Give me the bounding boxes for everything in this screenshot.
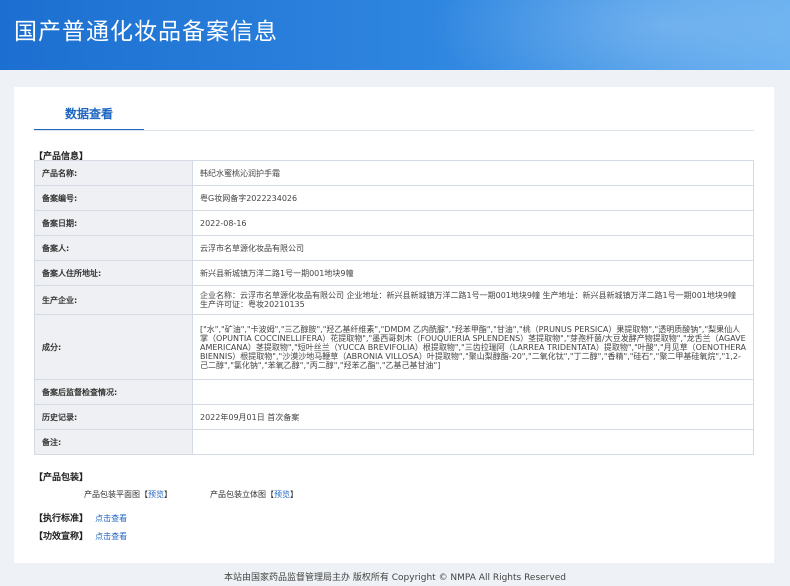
packaging-stereo-item: 产品包装立体图【预览】 — [210, 489, 298, 500]
section-efficacy: 【功效宣称】 点击查看 — [34, 529, 127, 542]
section-standard: 【执行标准】 点击查看 — [34, 511, 127, 524]
row-label: 备注: — [34, 429, 193, 455]
packaging-flat-label: 产品包装平面图 — [84, 490, 140, 499]
row-label: 备案人住所地址: — [34, 260, 193, 286]
table-row: 备案后监督检查情况: — [34, 379, 754, 405]
table-row: 备案日期: 2022-08-16 — [34, 210, 754, 236]
bracket-close: 】 — [290, 490, 298, 499]
row-value — [192, 429, 754, 455]
ingredients-value: ["水","矿油","卡波姆","三乙醇胺","羟乙基纤维素","DMDM 乙内… — [192, 314, 754, 380]
efficacy-view-link[interactable]: 点击查看 — [95, 532, 127, 541]
page-header: 国产普通化妆品备案信息 — [0, 0, 790, 70]
packaging-stereo-label: 产品包装立体图 — [210, 490, 266, 499]
row-label: 生产企业: — [34, 285, 193, 315]
packaging-flat-item: 产品包装平面图【预览】 — [84, 489, 172, 500]
table-row: 备注: — [34, 429, 754, 455]
standard-view-link[interactable]: 点击查看 — [95, 514, 127, 523]
table-row: 成分: ["水","矿油","卡波姆","三乙醇胺","羟乙基纤维素","DMD… — [34, 314, 754, 380]
table-row: 备案人: 云浮市名草源化妆品有限公司 — [34, 235, 754, 261]
standard-label: 【执行标准】 — [34, 514, 89, 524]
bracket-open: 【 — [266, 490, 274, 499]
row-value — [192, 379, 754, 405]
row-value: 粤G妆网备字2022234026 — [192, 185, 754, 211]
row-label: 产品名称: — [34, 160, 193, 186]
row-label: 备案编号: — [34, 185, 193, 211]
table-row: 历史记录: 2022年09月01日 首次备案 — [34, 404, 754, 430]
row-label: 历史记录: — [34, 404, 193, 430]
table-row: 备案人住所地址: 新兴县新城镇万洋二路1号一期001地块9幢 — [34, 260, 754, 286]
row-label: 成分: — [34, 314, 193, 380]
table-row: 生产企业: 企业名称：云浮市名草源化妆品有限公司 企业地址：新兴县新城镇万洋二路… — [34, 285, 754, 315]
row-label: 备案人: — [34, 235, 193, 261]
efficacy-label: 【功效宣称】 — [34, 532, 89, 542]
table-row: 备案编号: 粤G妆网备字2022234026 — [34, 185, 754, 211]
tab-data-view[interactable]: 数据查看 — [34, 99, 144, 131]
row-value: 新兴县新城镇万洋二路1号一期001地块9幢 — [192, 260, 754, 286]
table-row: 产品名称: 韩纪水蜜桃沁润护手霜 — [34, 160, 754, 186]
content-panel: 数据查看 【产品信息】 产品名称: 韩纪水蜜桃沁润护手霜 备案编号: 粤G妆网备… — [14, 87, 774, 563]
page-footer: 本站由国家药品监督管理局主办 版权所有 Copyright © NMPA All… — [224, 573, 566, 583]
row-value: 2022年09月01日 首次备案 — [192, 404, 754, 430]
row-label: 备案日期: — [34, 210, 193, 236]
row-value: 企业名称：云浮市名草源化妆品有限公司 企业地址：新兴县新城镇万洋二路1号一期00… — [192, 285, 754, 315]
row-value: 云浮市名草源化妆品有限公司 — [192, 235, 754, 261]
bracket-close: 】 — [164, 490, 172, 499]
product-info-table: 产品名称: 韩纪水蜜桃沁润护手霜 备案编号: 粤G妆网备字2022234026 … — [34, 160, 754, 455]
row-label: 备案后监督检查情况: — [34, 379, 193, 405]
tab-divider — [34, 130, 754, 131]
bracket-open: 【 — [140, 490, 148, 499]
row-value: 2022-08-16 — [192, 210, 754, 236]
preview-flat-link[interactable]: 预览 — [148, 490, 164, 499]
preview-stereo-link[interactable]: 预览 — [274, 490, 290, 499]
section-packaging: 【产品包装】 — [34, 473, 89, 483]
header-decoration — [410, 0, 790, 70]
row-value: 韩纪水蜜桃沁润护手霜 — [192, 160, 754, 186]
page-title: 国产普通化妆品备案信息 — [14, 19, 278, 45]
